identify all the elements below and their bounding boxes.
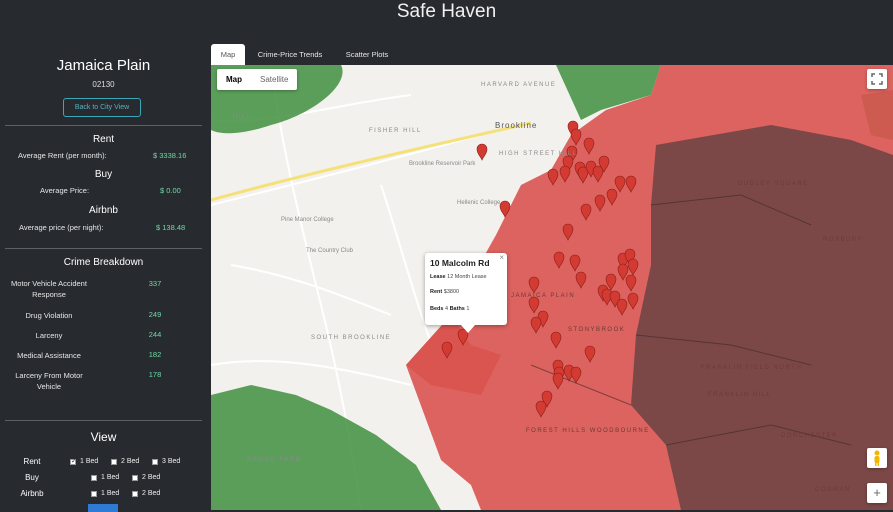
avg-nightly-value: $ 138.48 <box>156 223 186 232</box>
divider <box>5 125 202 126</box>
map-type-map-button[interactable]: Map <box>217 69 251 90</box>
avg-rent-label: Average Rent (per month): <box>18 151 107 160</box>
neighborhood-zip: 02130 <box>92 80 115 89</box>
map-label: Hellenic College <box>457 200 501 206</box>
map-label: FRANKLIN FIELD NORTH <box>701 365 803 371</box>
map-label: ROXBURY <box>823 237 864 243</box>
fullscreen-icon[interactable] <box>867 69 887 89</box>
buy-filter-label: Buy <box>25 473 39 482</box>
tab-scatter-plots[interactable]: Scatter Plots <box>335 44 399 65</box>
rent-heading: Rent <box>92 134 115 145</box>
avg-price-value: $ 0.00 <box>160 186 181 195</box>
low-crime-area <box>211 385 441 510</box>
map-label: Pine Manor College <box>281 217 334 223</box>
tab-bar: Map Crime-Price Trends Scatter Plots <box>211 44 893 65</box>
airbnb-heading: Airbnb <box>89 205 118 216</box>
buy-2bed-checkbox[interactable]: 2 Bed <box>132 474 160 481</box>
tab-map[interactable]: Map <box>211 44 245 65</box>
close-icon[interactable]: × <box>499 253 504 262</box>
map-label: STONYBROOK <box>568 327 626 333</box>
avg-nightly-label: Average price (per night): <box>19 223 104 232</box>
crime-type-label: Motor Vehicle Accident Response <box>11 279 87 299</box>
airbnb-2bed-checkbox[interactable]: 2 Bed <box>132 490 160 497</box>
map-label: FOREST HILLS WOODBOURNE <box>526 428 650 434</box>
map-type-satellite-button[interactable]: Satellite <box>251 69 297 90</box>
route-9-road <box>211 121 532 202</box>
map-label: The Country Club <box>306 248 354 254</box>
avg-rent-value: $ 3338.16 <box>153 151 187 160</box>
map-type-toggle: Map Satellite <box>217 69 298 90</box>
neighborhood-title: Jamaica Plain <box>56 57 151 74</box>
map-label: Brookline Reservoir Park <box>409 161 476 167</box>
map-label: DUDLEY SQUARE <box>738 181 809 187</box>
view-heading: View <box>90 430 117 444</box>
airbnb-1bed-checkbox[interactable]: 1 Bed <box>91 490 119 497</box>
crime-breakdown-heading: Crime Breakdown <box>63 257 144 268</box>
zoom-in-button[interactable]: + <box>867 483 887 503</box>
map-label: BROOK FARM <box>247 457 303 463</box>
airbnb-filter-label: Airbnb <box>20 489 44 498</box>
divider <box>5 420 202 421</box>
map-label: CODMAN <box>815 487 851 493</box>
listing-rent: Rent $3800 <box>430 289 460 295</box>
buy-1bed-checkbox[interactable]: 1 Bed <box>91 474 119 481</box>
buy-heading: Buy <box>94 169 113 180</box>
crime-count: 182 <box>148 350 162 359</box>
crime-type-label: Drug Violation <box>25 311 73 320</box>
crime-type-label: Medical Assistance <box>17 351 81 360</box>
map-label: JAMAICA PLAIN <box>511 293 576 299</box>
crime-type-label: Larceny From Motor Vehicle <box>15 371 83 391</box>
crime-type-label: Larceny <box>35 331 63 340</box>
map-label: DORCHESTER <box>781 433 839 439</box>
map-label: HIGH STREET HILL <box>499 151 578 157</box>
map-canvas <box>211 65 893 510</box>
rent-3bed-checkbox[interactable]: 3 Bed <box>152 458 180 465</box>
listing-popup: 10 Malcolm Rd × Lease 12 Month Lease Ren… <box>425 253 507 333</box>
divider <box>5 248 202 249</box>
map-label: FRANKLIN HILL <box>708 392 772 398</box>
rent-2bed-checkbox[interactable]: 2 Bed <box>111 458 139 465</box>
crime-count: 337 <box>148 279 162 288</box>
apply-button[interactable] <box>88 504 118 512</box>
rent-filter-label: Rent <box>23 457 41 466</box>
crime-count: 178 <box>148 370 162 379</box>
crime-count: 249 <box>148 310 162 319</box>
map-label: Brookline <box>495 121 538 130</box>
back-to-city-view-button[interactable]: Back to City View <box>63 98 141 117</box>
map-label: HILL <box>233 114 252 120</box>
crime-count: 244 <box>148 330 162 339</box>
app-title: Safe Haven <box>396 1 497 22</box>
sidebar: Jamaica Plain 02130 Back to City View Re… <box>0 44 207 512</box>
listing-lease: Lease 12 Month Lease <box>430 274 487 280</box>
listing-address: 10 Malcolm Rd <box>430 258 490 268</box>
avg-price-label: Average Price: <box>40 186 90 195</box>
rent-1bed-checkbox[interactable]: 1 Bed <box>70 457 98 465</box>
listing-beds-baths: Beds 4 Baths 1 <box>430 306 470 312</box>
tab-crime-price-trends[interactable]: Crime-Price Trends <box>249 44 331 65</box>
street-view-pegman-icon[interactable] <box>867 448 887 468</box>
map-label: HARVARD AVENUE <box>481 82 557 88</box>
map-label: FISHER HILL <box>369 128 422 134</box>
map-label: SOUTH BROOKLINE <box>311 335 392 341</box>
map-view[interactable]: HARVARD AVENUE HILL FISHER HILL Brooklin… <box>211 65 893 510</box>
